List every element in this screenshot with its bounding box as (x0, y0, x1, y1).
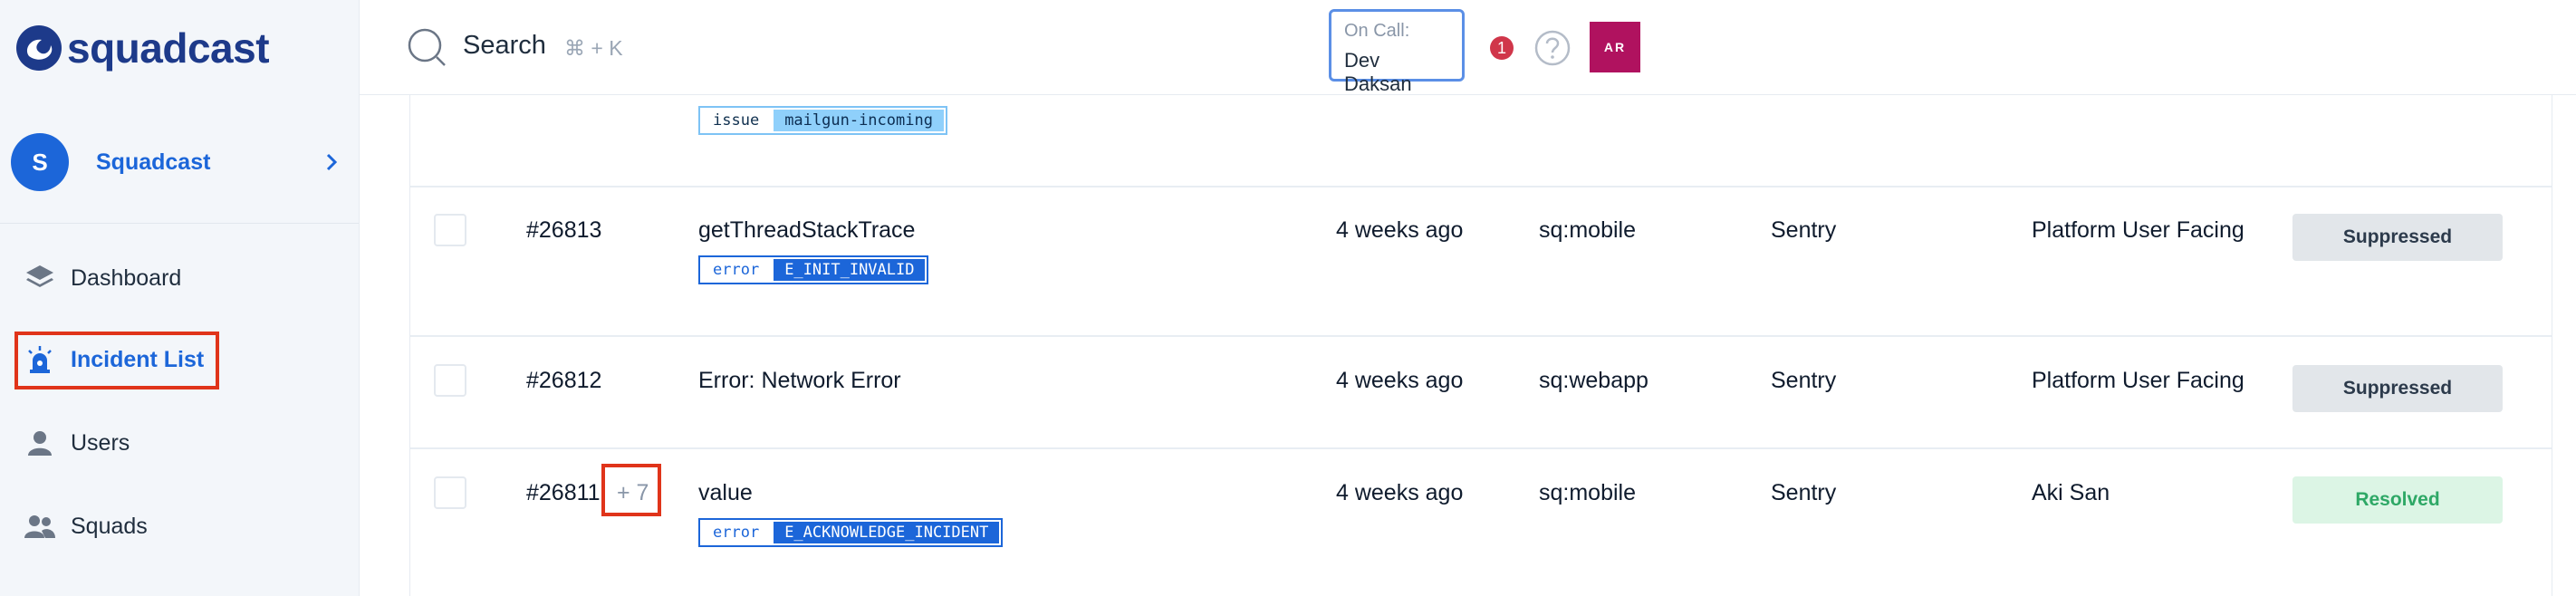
incident-created: 4 weeks ago (1336, 368, 1464, 393)
incident-assignee: Aki San (2032, 480, 2110, 505)
search-label[interactable]: Search (463, 31, 546, 61)
incident-tag[interactable]: error E_INIT_INVALID (698, 255, 929, 284)
incident-source: Sentry (1771, 217, 1837, 243)
user-icon (24, 427, 56, 459)
on-call-name: Dev Daksan (1344, 49, 1412, 95)
squadcast-logo-icon (16, 25, 62, 71)
sidebar-item-squads[interactable]: Squads (24, 499, 148, 553)
tag-value: E_ACKNOWLEDGE_INCIDENT (774, 522, 1000, 543)
brand-name: squadcast (67, 24, 270, 72)
status-badge: Suppressed (2292, 365, 2503, 412)
tag-key: error (700, 520, 773, 545)
top-header: Search ⌘ + K On Call: Dev Daksan 1 AR (360, 0, 2576, 95)
notification-badge[interactable]: 1 (1490, 36, 1514, 60)
tag-key: error (700, 257, 773, 283)
table-row[interactable]: #26813 getThreadStackTrace error E_INIT_… (410, 187, 2552, 337)
tag-value: mailgun-incoming (774, 110, 944, 131)
incident-service: sq:mobile (1539, 217, 1636, 243)
sidebar-divider (0, 223, 359, 224)
org-name: Squadcast (96, 149, 211, 175)
layers-icon (24, 262, 56, 294)
sidebar-item-dashboard[interactable]: Dashboard (24, 251, 181, 305)
incident-tag[interactable]: error E_ACKNOWLEDGE_INCIDENT (698, 518, 1004, 547)
incident-title[interactable]: Error: Network Error (698, 368, 901, 394)
incident-id[interactable]: #26812 (526, 368, 601, 394)
incident-table: issue mailgun-incoming #26813 getThreadS… (409, 94, 2552, 596)
highlight-box-grouped-count (601, 464, 661, 516)
squadcast-logo[interactable]: squadcast (14, 24, 270, 72)
incident-title[interactable]: value (698, 480, 753, 506)
incident-assignee: Platform User Facing (2032, 368, 2244, 393)
incident-service: sq:webapp (1539, 368, 1648, 393)
users-group-icon (24, 510, 56, 543)
user-avatar[interactable]: AR (1590, 22, 1640, 72)
incident-service: sq:mobile (1539, 480, 1636, 505)
sidebar-item-label: Users (71, 429, 130, 456)
incident-source: Sentry (1771, 480, 1837, 505)
help-icon[interactable] (1533, 29, 1572, 67)
incident-id[interactable]: #26813 (526, 217, 601, 244)
row-checkbox[interactable] (434, 476, 466, 509)
org-switcher[interactable]: S Squadcast (11, 132, 348, 192)
table-row[interactable]: #26812 Error: Network Error 4 weeks ago … (410, 337, 2552, 449)
tag-value: E_INIT_INVALID (774, 259, 926, 281)
status-badge: Suppressed (2292, 214, 2503, 261)
search-icon[interactable] (407, 27, 447, 67)
sidebar-item-label: Squads (71, 513, 148, 539)
tag-key: issue (700, 108, 773, 133)
status-badge: Resolved (2292, 476, 2503, 524)
incident-source: Sentry (1771, 368, 1837, 393)
chevron-right-icon (326, 153, 338, 171)
table-row[interactable]: #26811 + 7 value error E_ACKNOWLEDGE_INC… (410, 449, 2552, 594)
sidebar: squadcast S Squadcast Dashboard Incident (0, 0, 360, 596)
sidebar-item-label: Dashboard (71, 264, 182, 291)
on-call-widget[interactable]: On Call: Dev Daksan (1329, 9, 1465, 95)
incident-id[interactable]: #26811 (526, 480, 601, 506)
table-row[interactable]: issue mailgun-incoming (410, 94, 2552, 187)
incident-title[interactable]: getThreadStackTrace (698, 217, 915, 244)
on-call-label: On Call: (1344, 21, 1410, 41)
incident-assignee: Platform User Facing (2032, 217, 2244, 243)
highlight-box-incident-list (14, 332, 219, 389)
incident-created: 4 weeks ago (1336, 217, 1464, 243)
org-avatar: S (11, 133, 69, 191)
sidebar-item-users[interactable]: Users (24, 416, 130, 470)
row-checkbox[interactable] (434, 364, 466, 397)
incident-tag[interactable]: issue mailgun-incoming (698, 106, 947, 135)
row-checkbox[interactable] (434, 214, 466, 246)
incident-created: 4 weeks ago (1336, 480, 1464, 505)
search-shortcut-hint: ⌘ + K (564, 36, 623, 60)
